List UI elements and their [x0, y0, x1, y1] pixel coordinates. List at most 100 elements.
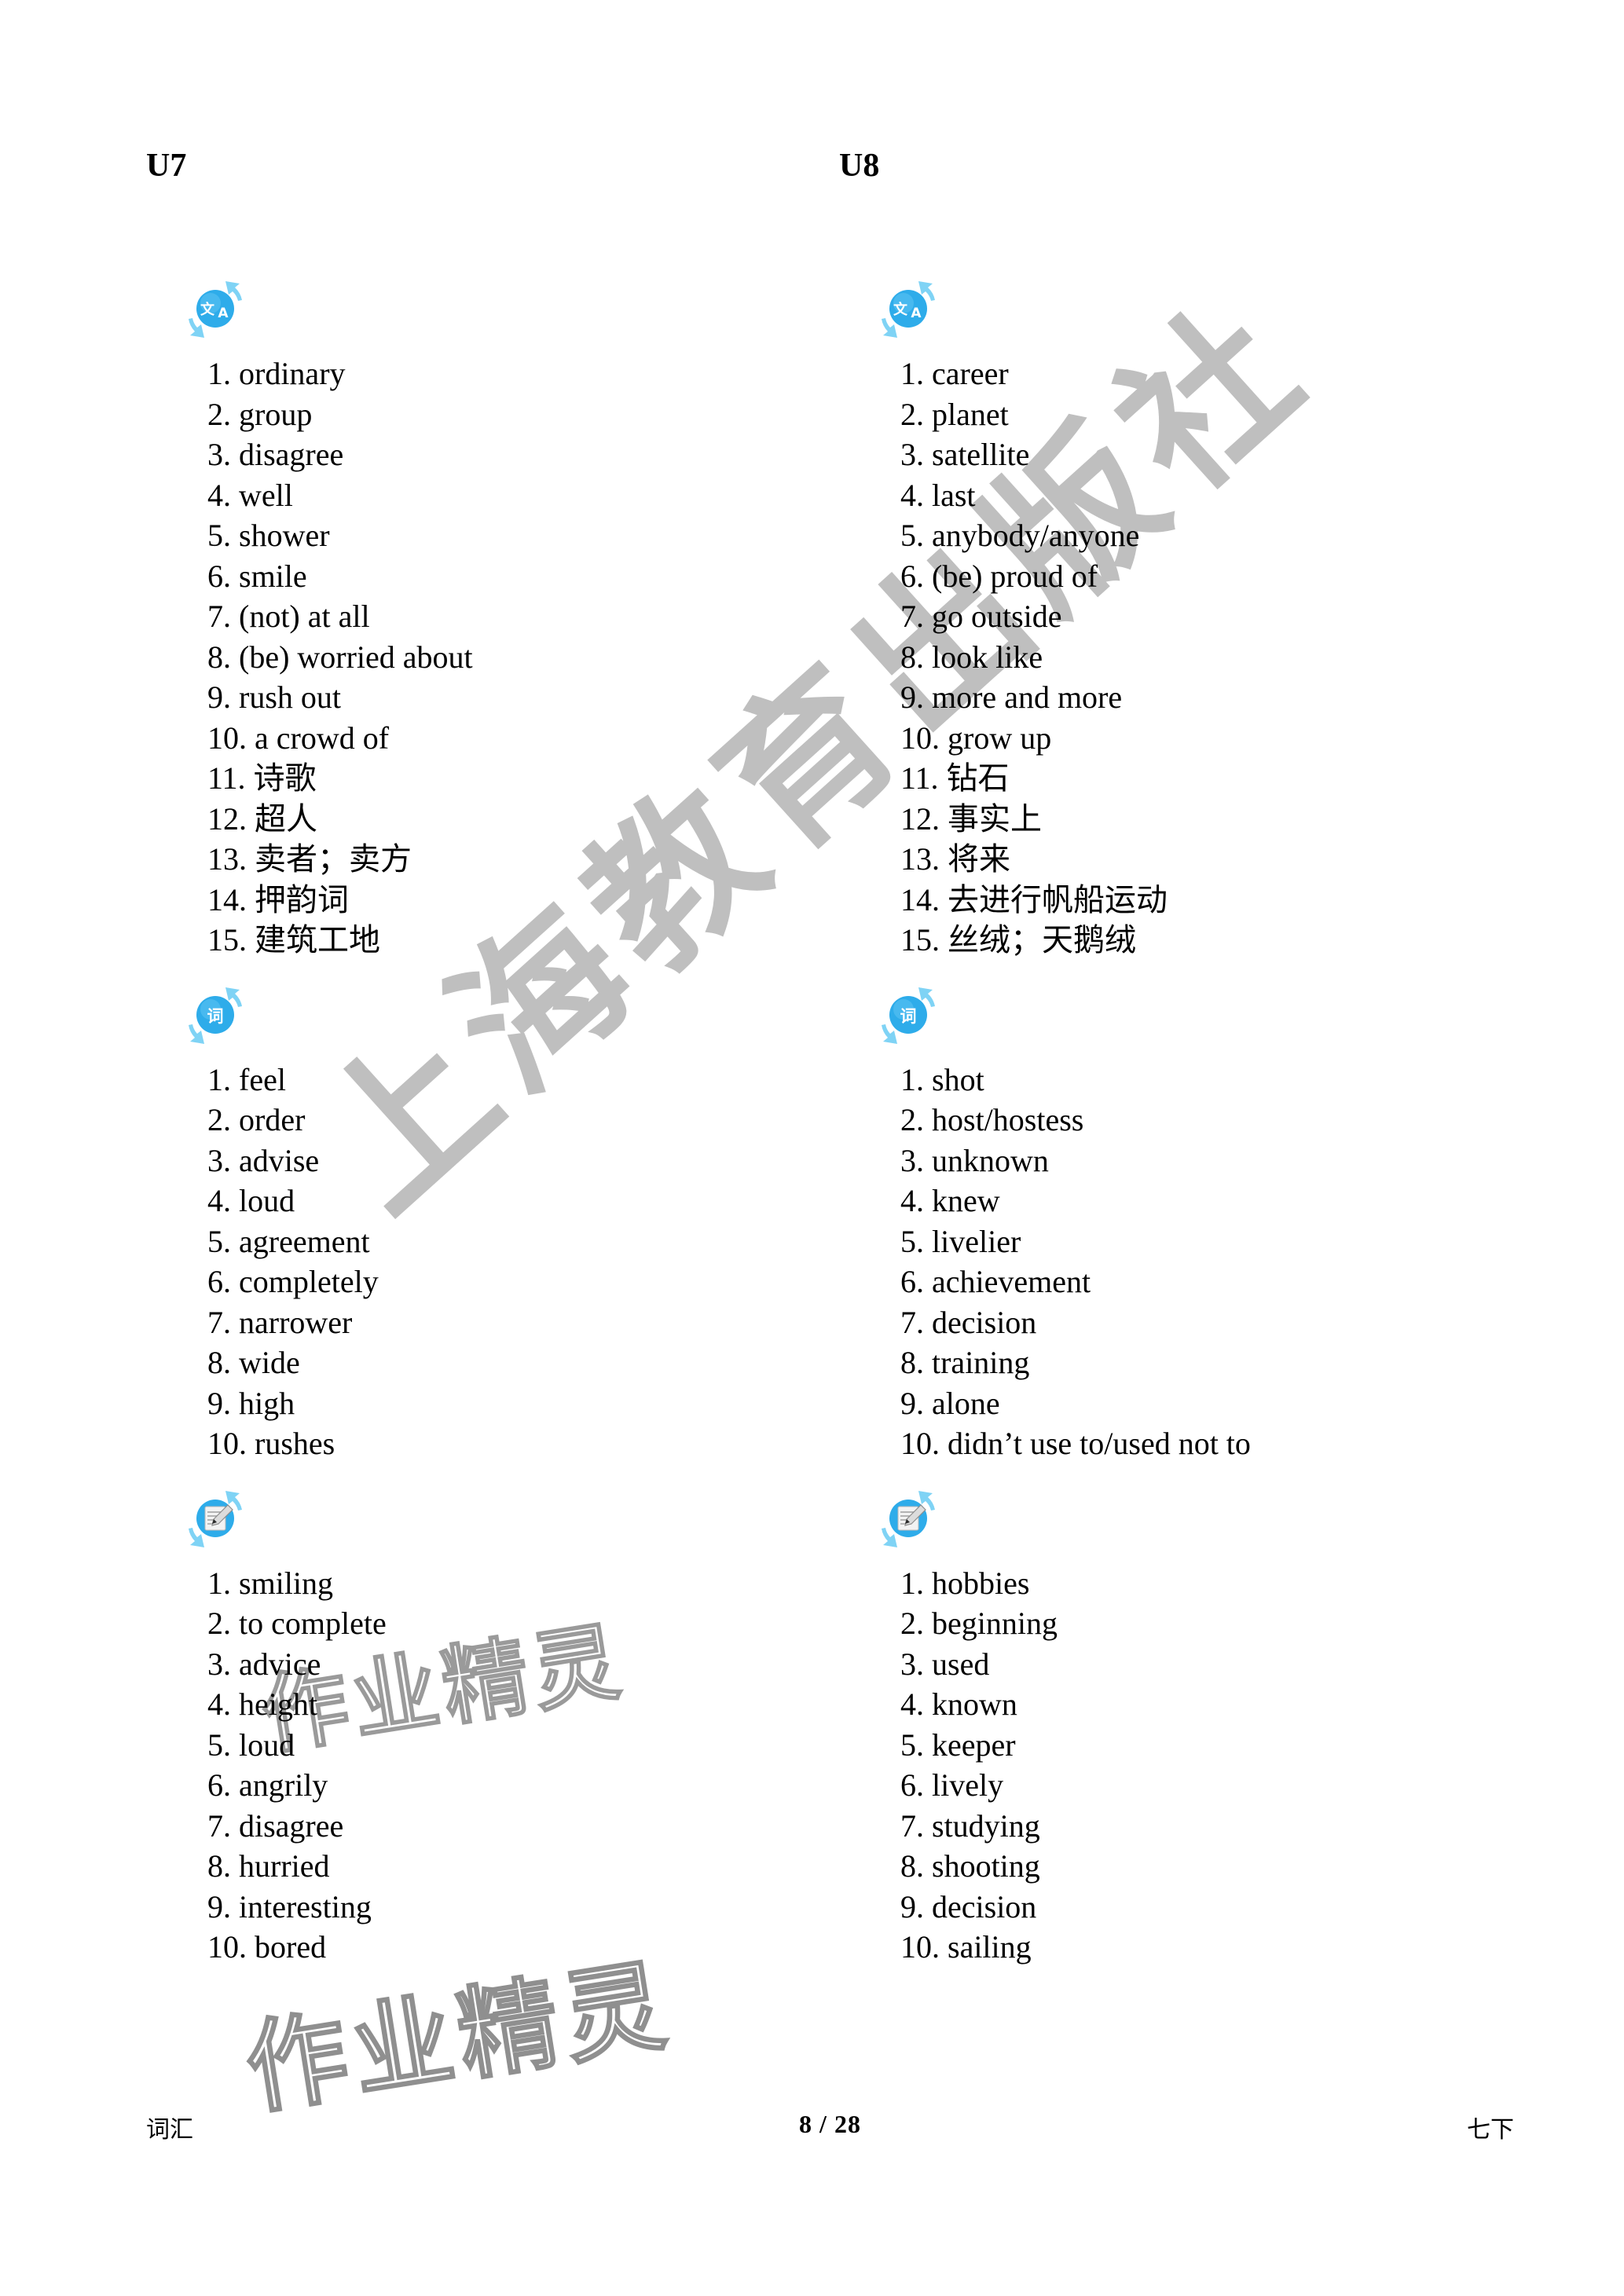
list-item: 1. feel — [207, 1061, 286, 1097]
column-u7: U7 文 A 1. ordinary 2. group 3. disagree … — [146, 149, 790, 1988]
word-list-u7-translate: 1. ordinary 2. group 3. disagree 4. well… — [146, 353, 790, 961]
list-item: 3. satellite — [900, 437, 1030, 472]
list-item: 4. last — [900, 477, 976, 513]
list-item: 8. hurried — [207, 1848, 330, 1884]
list-item: 3. unknown — [900, 1142, 1049, 1178]
list-item: 6. achievement — [900, 1264, 1091, 1299]
footer-right-label: 七下 — [1467, 2116, 1514, 2144]
list-item: 6. (be) proud of — [900, 558, 1098, 594]
list-item: 2. beginning — [900, 1606, 1058, 1641]
list-item: 10. a crowd of — [207, 720, 390, 756]
list-item: 11. 诗歌 — [207, 760, 317, 796]
svg-text:词: 词 — [207, 1007, 224, 1026]
list-item: 10. grow up — [900, 720, 1052, 756]
page-number: 8 / 28 — [799, 2110, 861, 2138]
list-item: 6. lively — [900, 1767, 1004, 1803]
list-item: 8. look like — [900, 639, 1043, 675]
list-item: 13. 将来 — [900, 841, 1010, 877]
word-list-u8-write: 1. hobbies 2. beginning 3. used 4. known… — [839, 1563, 1515, 1968]
list-item: 1. smiling — [207, 1565, 334, 1601]
list-item: 2. group — [207, 396, 313, 432]
list-item: 9. high — [207, 1385, 295, 1421]
list-item: 2. planet — [900, 396, 1009, 432]
list-item: 14. 押韵词 — [207, 881, 349, 917]
list-item: 6. angrily — [207, 1767, 328, 1803]
list-item: 1. hobbies — [900, 1565, 1030, 1601]
list-item: 11. 钻石 — [900, 760, 1010, 796]
list-item: 9. decision — [900, 1888, 1037, 1924]
list-item: 4. loud — [207, 1183, 295, 1218]
word-icon[interactable]: 词 — [872, 981, 944, 1049]
word-list-u7-write: 1. smiling 2. to complete 3. advice 4. h… — [146, 1563, 790, 1968]
word-list-u8-translate: 1. career 2. planet 3. satellite 4. last… — [839, 353, 1515, 961]
section-u8-word: 词 1. shot 2. host/hostess 3. unknown 4. … — [839, 981, 1515, 1464]
unit-title-u7: U7 — [146, 148, 187, 184]
list-item: 3. used — [900, 1646, 990, 1682]
column-u8: U8 文 A 1. career 2. planet 3. satellite … — [839, 149, 1515, 1988]
write-icon[interactable] — [872, 1485, 944, 1552]
list-item: 7. disagree — [207, 1807, 344, 1844]
list-item: 9. interesting — [207, 1888, 372, 1924]
list-item: 5. anybody/anyone — [900, 518, 1140, 553]
list-item: 8. wide — [207, 1345, 300, 1380]
list-item: 5. keeper — [900, 1727, 1016, 1763]
word-list-u8-word: 1. shot 2. host/hostess 3. unknown 4. kn… — [839, 1060, 1515, 1464]
list-item: 2. order — [207, 1102, 306, 1137]
list-item: 10. sailing — [900, 1929, 1032, 1965]
list-item: 9. more and more — [900, 679, 1123, 715]
list-item: 4. knew — [900, 1183, 1000, 1218]
list-item: 8. (be) worried about — [207, 639, 473, 675]
list-item: 6. completely — [207, 1264, 379, 1299]
list-item: 5. agreement — [207, 1223, 370, 1259]
list-item: 9. alone — [900, 1385, 1000, 1421]
list-item: 9. rush out — [207, 679, 341, 715]
svg-text:A: A — [911, 306, 922, 321]
section-u8-translate: 文 A 1. career 2. planet 3. satellite 4. … — [839, 275, 1515, 961]
word-icon[interactable]: 词 — [179, 981, 251, 1049]
list-item: 10. bored — [207, 1929, 327, 1965]
list-item: 7. (not) at all — [207, 599, 370, 634]
svg-text:词: 词 — [900, 1007, 917, 1026]
section-u8-write: 1. hobbies 2. beginning 3. used 4. known… — [839, 1485, 1515, 1968]
list-item: 4. height — [207, 1686, 317, 1722]
section-u7-translate: 文 A 1. ordinary 2. group 3. disagree 4. … — [146, 275, 790, 961]
list-item: 2. host/hostess — [900, 1102, 1084, 1137]
list-item: 7. go outside — [900, 599, 1062, 634]
list-item: 8. training — [900, 1345, 1030, 1380]
list-item: 5. loud — [207, 1727, 295, 1763]
list-item: 1. career — [900, 356, 1009, 391]
list-item: 3. disagree — [207, 437, 344, 472]
translate-icon[interactable]: 文 A — [179, 275, 251, 342]
section-u7-word: 词 1. feel 2. order 3. advise 4. loud 5. … — [146, 981, 790, 1464]
list-item: 12. 超人 — [207, 800, 317, 837]
page-footer: 词汇 8 / 28 七下 — [146, 2110, 1514, 2149]
list-item: 1. ordinary — [207, 356, 346, 391]
list-item: 7. decision — [900, 1304, 1037, 1340]
list-item: 14. 去进行帆船运动 — [900, 881, 1168, 917]
svg-text:A: A — [218, 306, 229, 321]
unit-title-u8: U8 — [839, 148, 880, 184]
section-u7-write: 1. smiling 2. to complete 3. advice 4. h… — [146, 1485, 790, 1968]
word-list-u7-word: 1. feel 2. order 3. advise 4. loud 5. ag… — [146, 1060, 790, 1464]
document-page: 上海教育出版社 作业精灵 作业精灵 U7 文 A 1. ordinary 2. … — [0, 0, 1624, 2296]
list-item: 10. didn’t use to/used not to — [900, 1426, 1251, 1461]
list-item: 15. 建筑工地 — [207, 922, 380, 958]
list-item: 1. shot — [900, 1061, 984, 1097]
list-item: 3. advise — [207, 1142, 320, 1178]
write-icon[interactable] — [179, 1485, 251, 1552]
list-item: 4. well — [207, 477, 293, 513]
svg-text:文: 文 — [893, 301, 908, 318]
list-item: 3. advice — [207, 1646, 321, 1682]
list-item: 12. 事实上 — [900, 800, 1042, 837]
list-item: 13. 卖者；卖方 — [207, 841, 412, 877]
list-item: 15. 丝绒；天鹅绒 — [900, 922, 1136, 958]
translate-icon[interactable]: 文 A — [872, 275, 944, 342]
list-item: 5. livelier — [900, 1223, 1021, 1259]
list-item: 2. to complete — [207, 1606, 387, 1641]
list-item: 4. known — [900, 1686, 1017, 1722]
list-item: 6. smile — [207, 558, 307, 594]
list-item: 7. studying — [900, 1807, 1040, 1844]
svg-text:文: 文 — [200, 301, 215, 318]
list-item: 10. rushes — [207, 1426, 335, 1461]
list-item: 8. shooting — [900, 1848, 1040, 1884]
